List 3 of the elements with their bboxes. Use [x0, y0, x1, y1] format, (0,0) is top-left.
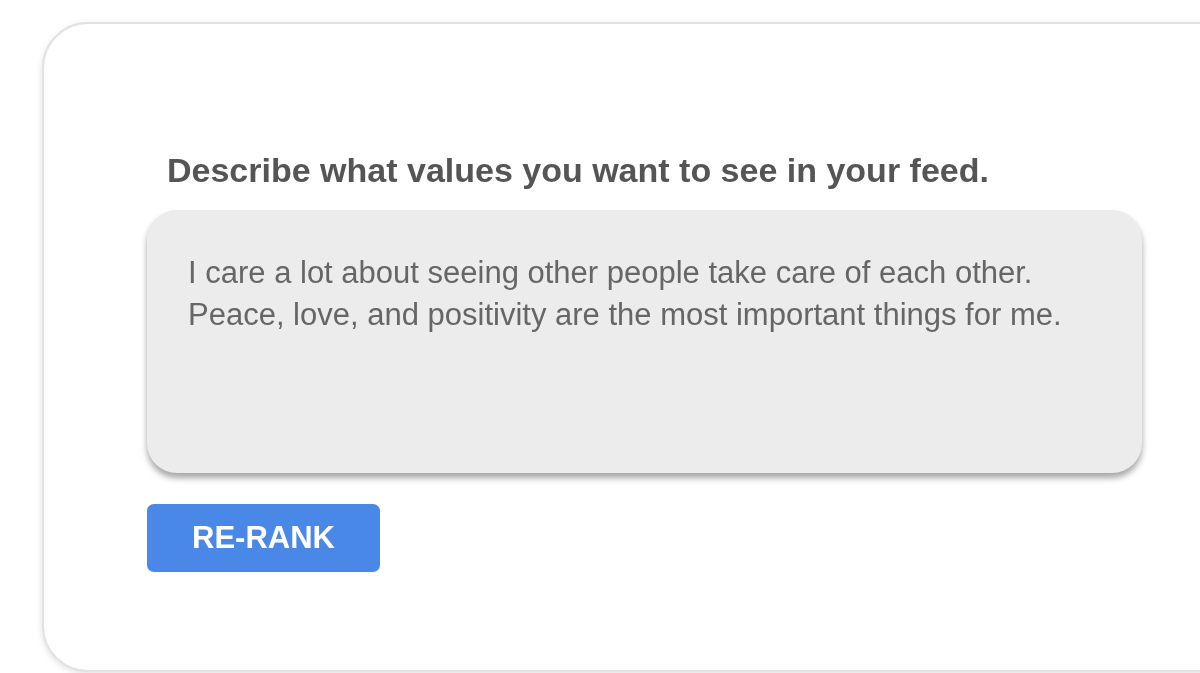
input-field[interactable]: I care a lot about seeing other people take care of each other. Peace, love, and positivity are the most important things for me. — [147, 210, 1142, 473]
re-rank-button[interactable]: RE-RANK — [147, 504, 380, 572]
prompt-heading: Describe what values you want to see in your feed. — [167, 150, 990, 191]
